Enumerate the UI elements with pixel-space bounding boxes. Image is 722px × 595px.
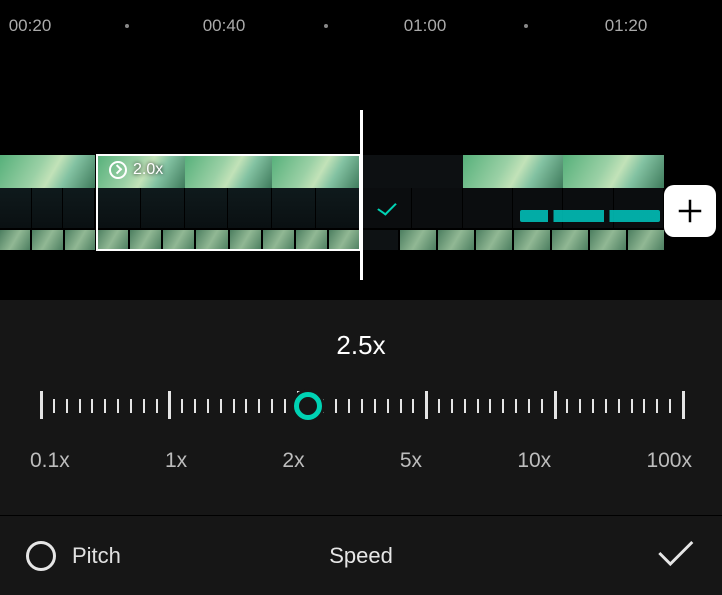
scale-label: 2x bbox=[282, 449, 304, 473]
scale-tick bbox=[682, 391, 685, 419]
time-dot bbox=[524, 24, 528, 28]
time-label: 00:20 bbox=[9, 16, 52, 36]
scale-tick bbox=[643, 399, 645, 413]
scale-label: 5x bbox=[400, 449, 422, 473]
scale-tick bbox=[207, 399, 209, 413]
scale-tick bbox=[66, 399, 68, 413]
panel-title: Speed bbox=[329, 543, 393, 569]
scale-tick bbox=[104, 399, 106, 413]
speed-scale-labels: 0.1x 1x 2x 5x 10x 100x bbox=[30, 449, 692, 473]
scale-tick bbox=[335, 399, 337, 413]
time-label: 01:20 bbox=[605, 16, 648, 36]
plus-icon bbox=[675, 196, 705, 226]
scale-tick bbox=[387, 399, 389, 413]
scale-tick bbox=[168, 391, 171, 419]
clip-speed-value: 2.0x bbox=[133, 161, 163, 179]
scale-tick bbox=[425, 391, 428, 419]
scale-tick bbox=[271, 399, 273, 413]
confirm-button[interactable] bbox=[652, 531, 696, 580]
scale-tick bbox=[117, 399, 119, 413]
circle-icon bbox=[26, 541, 56, 571]
scale-label: 1x bbox=[165, 449, 187, 473]
time-label: 01:00 bbox=[404, 16, 447, 36]
scale-tick bbox=[400, 399, 402, 413]
scale-tick bbox=[348, 399, 350, 413]
scale-tick bbox=[541, 399, 543, 413]
clip-selected[interactable]: 2.0x bbox=[97, 155, 360, 250]
scale-tick bbox=[489, 399, 491, 413]
scale-tick bbox=[220, 399, 222, 413]
pitch-toggle[interactable]: Pitch bbox=[26, 541, 121, 571]
scale-tick bbox=[143, 399, 145, 413]
scale-tick bbox=[464, 399, 466, 413]
scale-tick bbox=[412, 399, 414, 413]
scale-tick bbox=[579, 399, 581, 413]
scale-tick bbox=[156, 399, 158, 413]
speed-icon bbox=[109, 161, 127, 179]
scale-tick bbox=[502, 399, 504, 413]
timeline[interactable]: 2.0x bbox=[0, 50, 722, 300]
scale-tick bbox=[605, 399, 607, 413]
scale-tick bbox=[258, 399, 260, 413]
scale-tick bbox=[181, 399, 183, 413]
scale-tick bbox=[40, 391, 43, 419]
scale-tick bbox=[656, 399, 658, 413]
pitch-label: Pitch bbox=[72, 543, 121, 569]
scale-tick bbox=[618, 399, 620, 413]
speed-slider-knob[interactable] bbox=[294, 392, 322, 420]
scale-tick bbox=[245, 399, 247, 413]
clip[interactable] bbox=[362, 155, 664, 250]
check-icon bbox=[652, 531, 696, 575]
scale-tick bbox=[53, 399, 55, 413]
time-ruler[interactable]: 00:20 00:40 01:00 01:20 bbox=[0, 0, 722, 50]
playhead[interactable] bbox=[360, 110, 363, 280]
clip[interactable] bbox=[0, 155, 95, 250]
scale-label: 0.1x bbox=[30, 449, 70, 473]
speed-current-value: 2.5x bbox=[0, 330, 722, 361]
scale-tick bbox=[194, 399, 196, 413]
audio-waveform bbox=[520, 210, 660, 222]
scale-label: 10x bbox=[517, 449, 551, 473]
time-dot bbox=[324, 24, 328, 28]
clip-speed-badge: 2.0x bbox=[109, 161, 163, 179]
scale-tick bbox=[130, 399, 132, 413]
scale-tick bbox=[79, 399, 81, 413]
scale-tick bbox=[477, 399, 479, 413]
add-clip-button[interactable] bbox=[664, 185, 716, 237]
scale-tick bbox=[438, 399, 440, 413]
scale-tick bbox=[91, 399, 93, 413]
scale-tick bbox=[515, 399, 517, 413]
scale-tick bbox=[566, 399, 568, 413]
scale-tick bbox=[669, 399, 671, 413]
speed-slider[interactable] bbox=[30, 379, 692, 433]
scale-tick bbox=[554, 391, 557, 419]
scale-tick bbox=[631, 399, 633, 413]
scale-tick bbox=[322, 399, 324, 413]
scale-tick bbox=[451, 399, 453, 413]
scale-tick bbox=[284, 399, 286, 413]
speed-panel: 2.5x 0.1x 1x 2x 5x 10x 100x Pitch Speed bbox=[0, 300, 722, 595]
panel-footer: Pitch Speed bbox=[0, 515, 722, 595]
scale-tick bbox=[528, 399, 530, 413]
scale-tick bbox=[592, 399, 594, 413]
scale-tick bbox=[361, 399, 363, 413]
scale-label: 100x bbox=[646, 449, 692, 473]
scale-tick bbox=[233, 399, 235, 413]
time-label: 00:40 bbox=[203, 16, 246, 36]
time-dot bbox=[125, 24, 129, 28]
scale-tick bbox=[374, 399, 376, 413]
